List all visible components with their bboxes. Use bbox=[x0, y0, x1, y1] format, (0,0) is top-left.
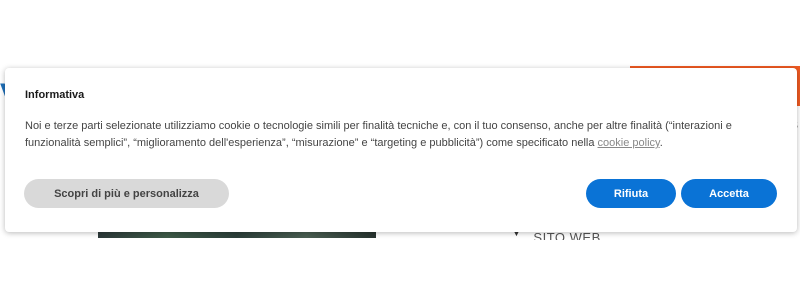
accept-button[interactable]: Accetta bbox=[681, 179, 777, 208]
cookie-policy-link[interactable]: cookie policy bbox=[598, 137, 660, 149]
customize-button[interactable]: Scopri di più e personalizza bbox=[24, 179, 229, 208]
cookie-consent-banner: Informativa Noi e terze parti selezionat… bbox=[5, 68, 797, 232]
banner-title: Informativa bbox=[25, 89, 85, 101]
reject-button[interactable]: Rifiuta bbox=[586, 179, 676, 208]
banner-text-end: . bbox=[659, 137, 663, 149]
page: V s ▼ SITO WEB RESPONSIVE Informativa No… bbox=[0, 0, 800, 300]
banner-description: Noi e terze parti selezionate utilizziam… bbox=[25, 118, 785, 152]
